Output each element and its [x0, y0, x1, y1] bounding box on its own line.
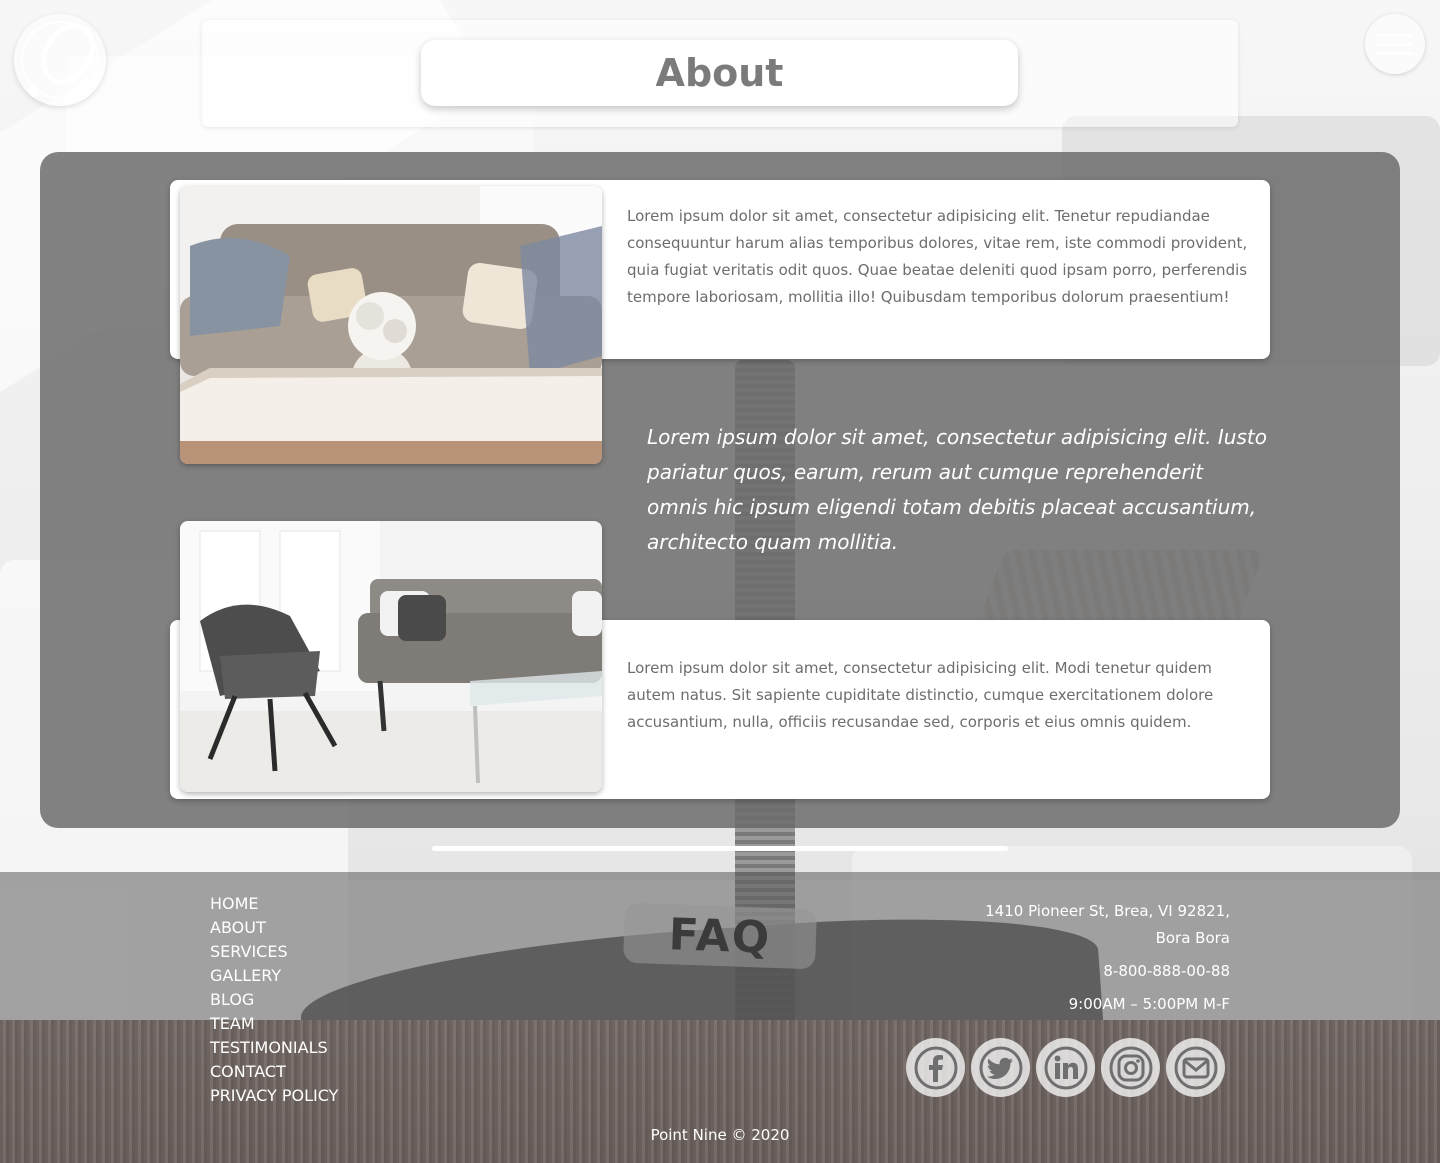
instagram-link[interactable]	[1101, 1038, 1160, 1097]
footer-nav-services[interactable]: SERVICES	[210, 940, 338, 964]
footer-nav-home[interactable]: HOME	[210, 892, 338, 916]
address-line-2: Bora Bora	[1155, 929, 1230, 947]
email-link[interactable]	[1166, 1038, 1225, 1097]
social-links	[906, 1038, 1225, 1097]
business-hours: 9:00AM – 5:00PM M-F	[1068, 995, 1230, 1013]
living-room-sofa-photo	[180, 186, 602, 464]
chair-sofa-illustration	[180, 521, 602, 792]
twitter-icon	[979, 1046, 1022, 1089]
footer-nav-testimonials[interactable]: TESTIMONIALS	[210, 1036, 338, 1060]
linkedin-icon	[1044, 1046, 1087, 1089]
footer-contact: 1410 Pioneer St, Brea, VI 92821, Bora Bo…	[985, 898, 1230, 1018]
linkedin-link[interactable]	[1036, 1038, 1095, 1097]
footer-nav: HOME ABOUT SERVICES GALLERY BLOG TEAM TE…	[210, 892, 338, 1108]
sofa-table-illustration	[180, 186, 602, 464]
footer-nav-about[interactable]: ABOUT	[210, 916, 338, 940]
footer-nav-privacy-policy[interactable]: PRIVACY POLICY	[210, 1084, 338, 1108]
address-line-1: 1410 Pioneer St, Brea, VI 92821,	[985, 902, 1230, 920]
living-room-chair-photo	[180, 521, 602, 792]
page-title: About	[655, 51, 784, 95]
faq-label: FAQ	[667, 908, 773, 964]
facebook-link[interactable]	[906, 1038, 965, 1097]
faq-button[interactable]: FAQ	[623, 902, 817, 970]
logo[interactable]	[14, 14, 106, 106]
email-icon	[1174, 1046, 1217, 1089]
phone-number[interactable]: 8-800-888-00-88	[985, 958, 1230, 985]
twitter-link[interactable]	[971, 1038, 1030, 1097]
hamburger-menu-button[interactable]	[1365, 14, 1425, 74]
about-card-1-text: Lorem ipsum dolor sit amet, consectetur …	[627, 207, 1248, 306]
page-title-box: About	[421, 40, 1018, 106]
about-quote: Lorem ipsum dolor sit amet, consectetur …	[647, 425, 1267, 554]
facebook-icon	[914, 1046, 957, 1089]
copyright: Point Nine © 2020	[650, 1126, 790, 1144]
point-nine-logo-icon	[21, 21, 99, 99]
footer-nav-contact[interactable]: CONTACT	[210, 1060, 338, 1084]
about-card-2-text: Lorem ipsum dolor sit amet, consectetur …	[627, 659, 1214, 731]
hamburger-menu-icon	[1377, 34, 1413, 55]
section-divider	[432, 846, 1008, 851]
instagram-icon	[1109, 1046, 1152, 1089]
footer-nav-gallery[interactable]: GALLERY	[210, 964, 338, 988]
footer-nav-blog[interactable]: BLOG	[210, 988, 338, 1012]
footer-nav-team[interactable]: TEAM	[210, 1012, 338, 1036]
